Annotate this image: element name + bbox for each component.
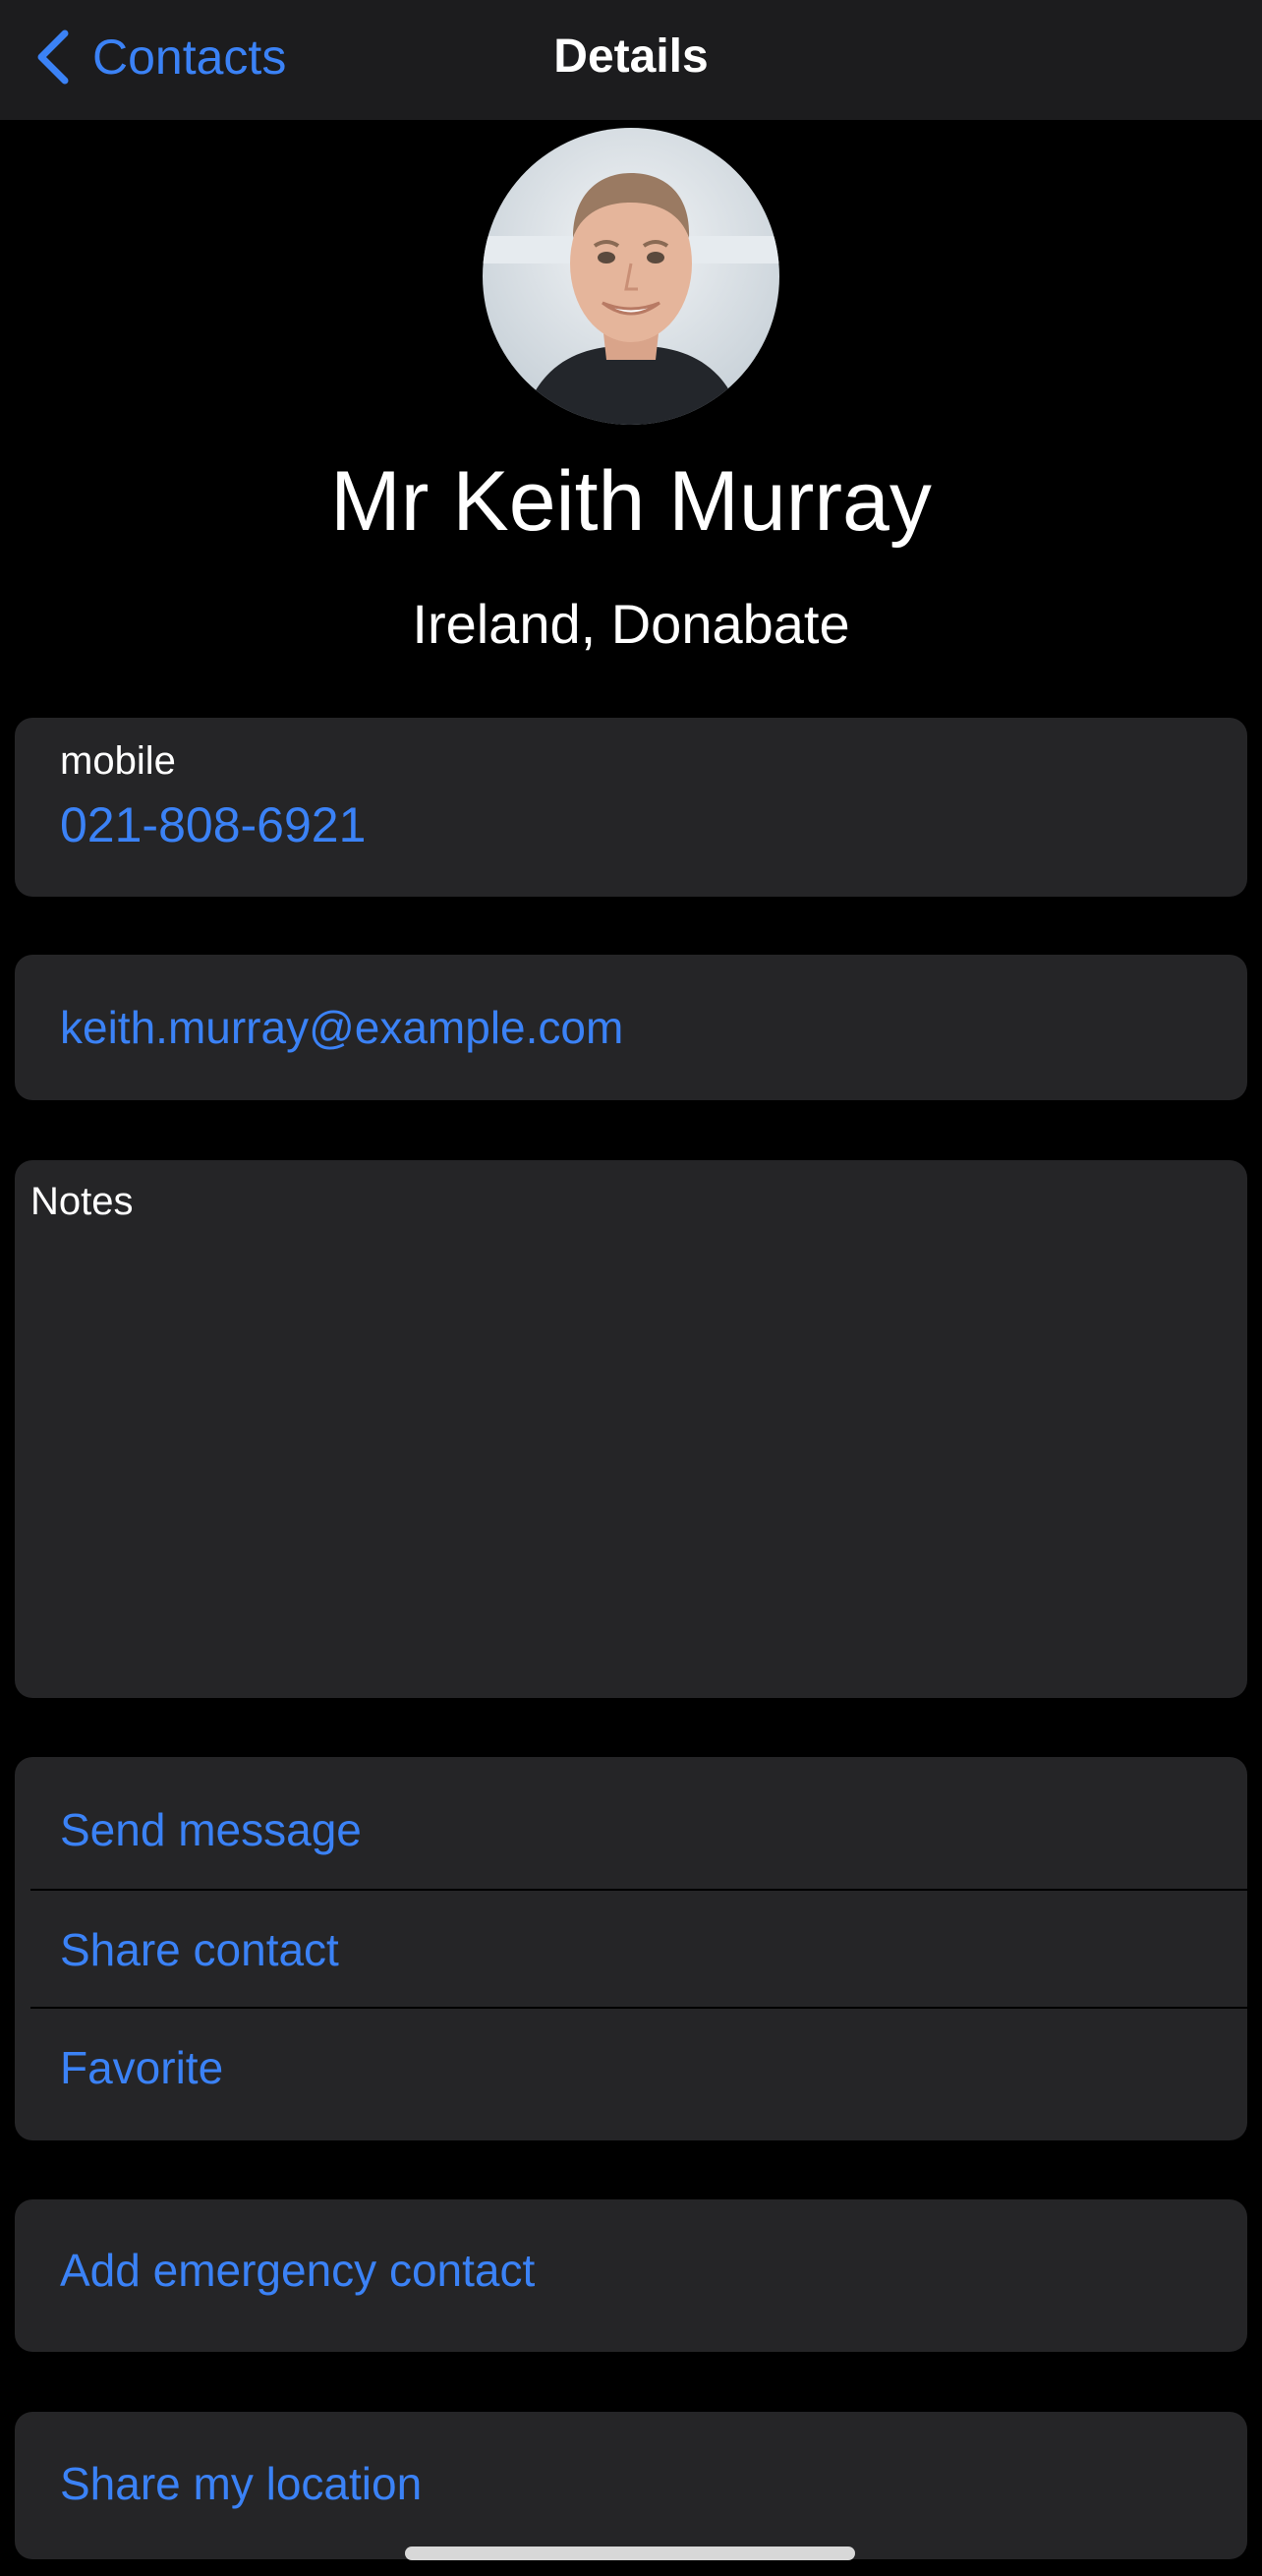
home-indicator[interactable]: [405, 2547, 855, 2560]
notes-label: Notes: [30, 1180, 134, 1223]
favorite-button[interactable]: Favorite: [15, 2009, 1247, 2127]
send-message-button[interactable]: Send message: [15, 1771, 1247, 1889]
send-message-label: Send message: [60, 1804, 362, 1855]
navigation-bar: Contacts Details: [0, 0, 1262, 120]
avatar: [483, 128, 779, 425]
add-emergency-contact-button[interactable]: Add emergency contact: [60, 2199, 535, 2352]
share-contact-button[interactable]: Share contact: [15, 1891, 1247, 2009]
phone-card: mobile 021-808-6921: [15, 718, 1247, 897]
notes-card: Notes: [15, 1160, 1247, 1698]
share-contact-label: Share contact: [60, 1924, 339, 1975]
email-card: keith.murray@example.com: [15, 955, 1247, 1100]
share-my-location-button[interactable]: Share my location: [60, 2412, 422, 2559]
contact-name: Mr Keith Murray: [330, 454, 932, 549]
emergency-contact-card: Add emergency contact: [15, 2199, 1247, 2352]
page-title: Details: [553, 30, 709, 83]
notes-field[interactable]: [30, 1233, 1232, 1682]
share-location-card: Share my location: [15, 2412, 1247, 2559]
phone-number-link[interactable]: 021-808-6921: [60, 790, 366, 859]
phone-type-label: mobile: [60, 739, 176, 783]
contact-location: Ireland, Donabate: [412, 593, 850, 655]
favorite-label: Favorite: [60, 2042, 224, 2093]
actions-card: Send message Share contact Favorite: [15, 1757, 1247, 2140]
email-link[interactable]: keith.murray@example.com: [60, 993, 623, 1062]
person-photo-icon: [483, 128, 779, 425]
